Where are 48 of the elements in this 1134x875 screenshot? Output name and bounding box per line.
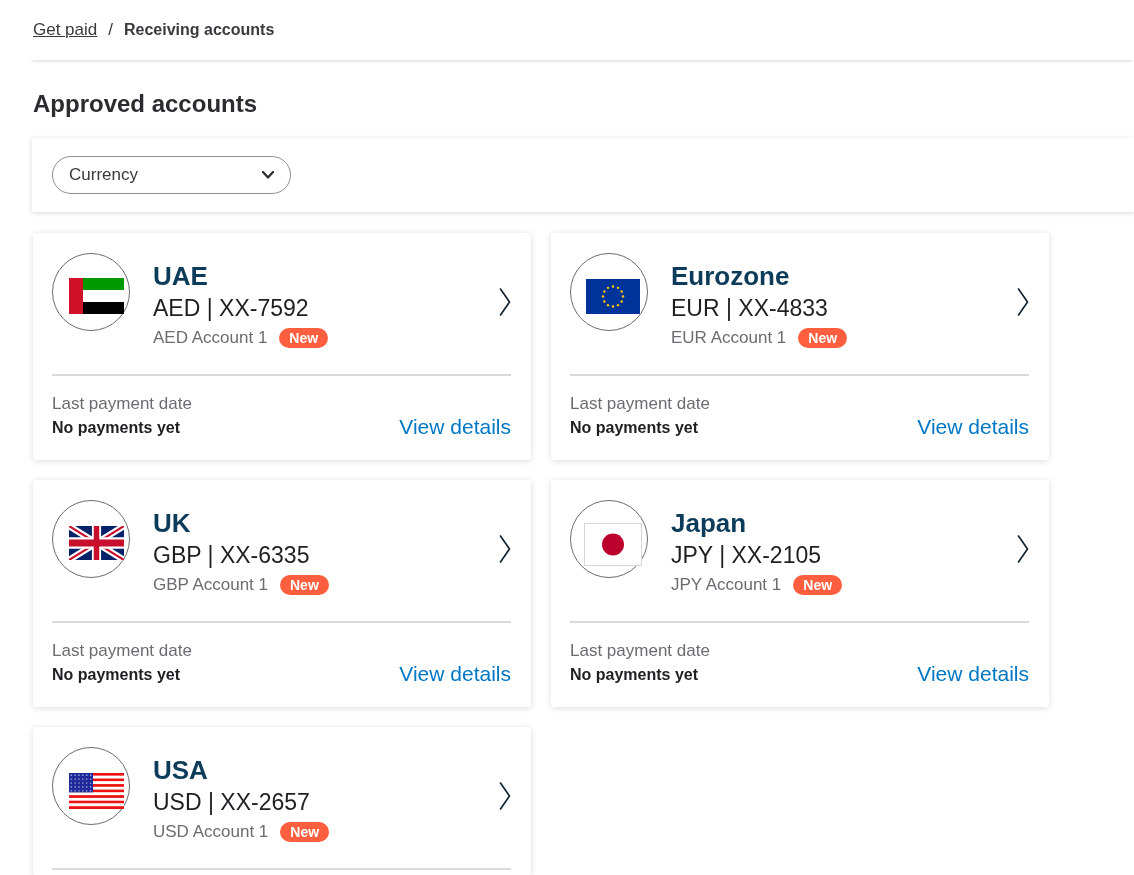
account-number: EUR | XX-4833 bbox=[671, 294, 828, 323]
chevron-right-icon[interactable] bbox=[1017, 288, 1029, 316]
last-payment-value: No payments yet bbox=[52, 665, 181, 685]
status-badge: New bbox=[280, 575, 329, 595]
region-title: Japan bbox=[671, 507, 747, 539]
region-title: USA bbox=[153, 754, 208, 786]
last-payment-label: Last payment date bbox=[570, 640, 710, 662]
breadcrumb-link[interactable]: Get paid bbox=[33, 17, 98, 43]
view-details-link[interactable]: View details bbox=[917, 414, 1029, 440]
last-payment-value: No payments yet bbox=[570, 665, 699, 685]
status-badge: New bbox=[793, 575, 843, 595]
last-payment-value: No payments yet bbox=[52, 418, 181, 438]
account-number: GBP | XX-6335 bbox=[153, 541, 310, 570]
view-details-link[interactable]: View details bbox=[917, 661, 1029, 687]
uae-flag-icon bbox=[52, 253, 130, 331]
chevron-right-icon[interactable] bbox=[499, 535, 511, 563]
uk-flag-icon bbox=[52, 500, 130, 578]
status-badge: New bbox=[798, 328, 848, 348]
view-details-link[interactable]: View details bbox=[399, 661, 511, 687]
chevron-right-icon[interactable] bbox=[499, 288, 511, 316]
status-badge: New bbox=[280, 822, 330, 842]
page-heading: Approved accounts bbox=[33, 90, 258, 118]
account-number: AED | XX-7592 bbox=[153, 294, 309, 323]
status-badge: New bbox=[279, 328, 329, 348]
view-details-link[interactable]: View details bbox=[399, 414, 511, 440]
chevron-right-icon[interactable] bbox=[499, 782, 511, 810]
japan-flag-icon bbox=[570, 500, 648, 578]
breadcrumb-separator: / bbox=[108, 19, 113, 42]
usa-flag-icon bbox=[52, 747, 130, 825]
chevron-right-icon[interactable] bbox=[1017, 535, 1029, 563]
last-payment-value: No payments yet bbox=[570, 418, 699, 438]
region-title: Eurozone bbox=[671, 260, 790, 292]
account-name: AED Account 1 bbox=[153, 327, 268, 350]
account-number: USD | XX-2657 bbox=[153, 788, 310, 817]
account-name: JPY Account 1 bbox=[671, 574, 782, 597]
account-name: GBP Account 1 bbox=[153, 574, 268, 597]
breadcrumb-current: Receiving accounts bbox=[124, 20, 275, 40]
last-payment-label: Last payment date bbox=[52, 393, 192, 415]
region-title: UAE bbox=[153, 260, 208, 292]
account-name: EUR Account 1 bbox=[671, 327, 787, 350]
region-title: UK bbox=[153, 507, 191, 539]
account-name: USD Account 1 bbox=[153, 821, 269, 844]
eu-flag-icon bbox=[570, 253, 648, 331]
last-payment-label: Last payment date bbox=[52, 640, 192, 662]
account-number: JPY | XX-2105 bbox=[671, 541, 822, 570]
chevron-down-icon bbox=[262, 171, 274, 179]
last-payment-label: Last payment date bbox=[570, 393, 710, 415]
filter-dropdown[interactable]: Currency bbox=[52, 156, 291, 194]
